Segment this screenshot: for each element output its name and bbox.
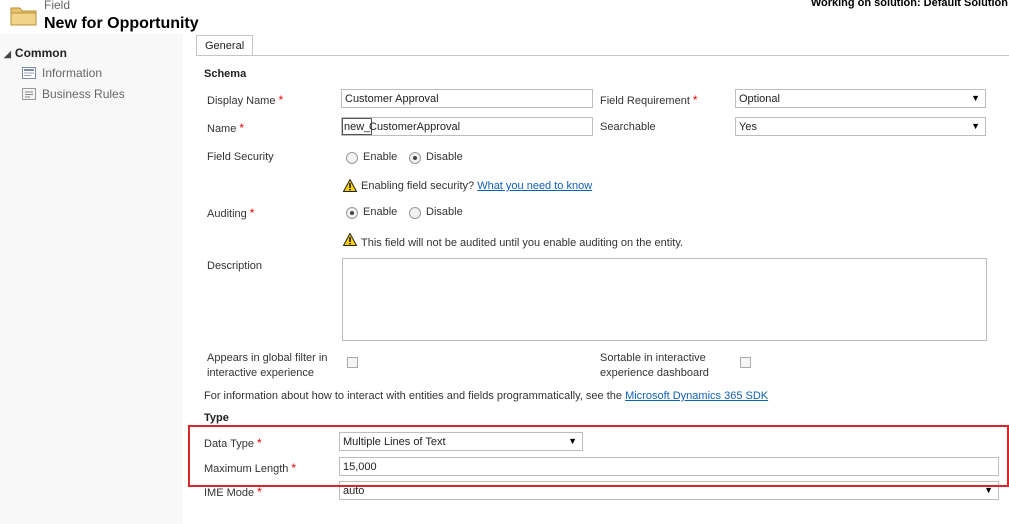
field-security-disable-radio[interactable] <box>409 152 421 164</box>
auditing-warning: This field will not be audited until you… <box>361 237 684 249</box>
business-rules-icon <box>22 88 36 100</box>
page-title: New for Opportunity <box>44 15 199 32</box>
name-input[interactable]: new_ CustomerApproval <box>341 117 593 136</box>
collapse-triangle-icon: ◢ <box>4 49 11 59</box>
schema-heading: Schema <box>204 68 247 80</box>
nav-item-information[interactable]: Information <box>22 66 102 80</box>
auditing-disable-label: Disable <box>426 206 463 218</box>
global-filter-checkbox[interactable] <box>347 357 358 368</box>
name-label: Name * <box>207 121 245 135</box>
dynamics-sdk-link[interactable]: Microsoft Dynamics 365 SDK <box>625 390 768 402</box>
type-heading: Type <box>204 412 229 424</box>
sdk-info-text: For information about how to interact wi… <box>204 390 769 402</box>
auditing-enable-radio[interactable] <box>346 207 358 219</box>
global-filter-label: Appears in global filter in interactive … <box>207 352 328 379</box>
description-label: Description <box>207 260 263 272</box>
field-security-warning: Enabling field security? What you need t… <box>361 180 593 192</box>
information-icon <box>22 67 36 79</box>
tab-general[interactable]: General <box>196 35 253 56</box>
ime-mode-label: IME Mode * <box>204 485 262 499</box>
auditing-disable-radio[interactable] <box>409 207 421 219</box>
warning-icon <box>343 179 357 192</box>
dropdown-arrow-icon: ▼ <box>971 121 980 131</box>
field-requirement-label: Field Requirement * <box>600 93 698 107</box>
highlight-box <box>188 425 1009 487</box>
warning-icon <box>343 233 357 246</box>
dropdown-arrow-icon: ▼ <box>971 93 980 103</box>
field-requirement-select[interactable]: Optional ▼ <box>735 89 986 108</box>
nav-section-label: Common <box>14 46 67 60</box>
description-textarea[interactable] <box>342 258 987 341</box>
solution-label: Working on solution: Default Solution <box>810 0 1008 9</box>
searchable-select[interactable]: Yes ▼ <box>735 117 986 136</box>
nav-section-common[interactable]: ◢ Common <box>4 46 67 60</box>
nav-item-business-rules[interactable]: Business Rules <box>22 87 125 101</box>
folder-icon <box>10 7 37 26</box>
searchable-label: Searchable <box>600 121 656 133</box>
field-security-enable-label: Enable <box>363 151 398 163</box>
field-security-enable-radio[interactable] <box>346 152 358 164</box>
nav-item-label: Information <box>42 66 103 80</box>
name-prefix: new_ <box>342 118 373 135</box>
auditing-label: Auditing * <box>207 206 255 220</box>
what-you-need-to-know-link[interactable]: What you need to know <box>477 180 592 192</box>
field-security-label: Field Security <box>207 151 274 163</box>
display-name-input[interactable]: Customer Approval <box>341 89 593 108</box>
field-security-disable-label: Disable <box>426 151 463 163</box>
sortable-checkbox[interactable] <box>740 357 751 368</box>
breadcrumb: Field <box>44 0 71 12</box>
display-name-label: Display Name * <box>207 93 284 107</box>
tab-divider <box>196 55 1009 56</box>
name-value: CustomerApproval <box>369 121 461 133</box>
sortable-label: Sortable in interactive experience dashb… <box>600 352 709 379</box>
auditing-enable-label: Enable <box>363 206 398 218</box>
nav-item-label: Business Rules <box>42 87 125 101</box>
left-navigation <box>0 34 183 524</box>
